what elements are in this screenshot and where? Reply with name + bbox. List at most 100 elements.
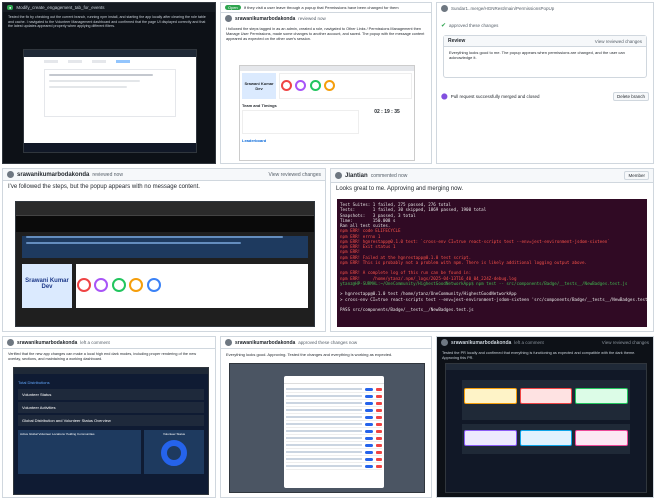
section-volunteer-activities[interactable]: Volunteer Activities [18, 402, 204, 413]
delete-button[interactable] [376, 457, 382, 461]
tile-modal-table: srawanikumarbodakonda approved these cha… [220, 336, 432, 498]
status-donut [161, 440, 187, 466]
toggle[interactable] [365, 436, 373, 440]
section-volunteer-status[interactable]: Volunteer Status [18, 389, 204, 400]
content-panel [462, 380, 630, 420]
app-screenshot [445, 363, 647, 493]
member-badge: Member [624, 171, 649, 180]
delete-button[interactable] [376, 429, 382, 433]
view-changes-link[interactable]: View reviewed changes [269, 172, 321, 178]
toggle[interactable] [365, 450, 373, 454]
avatar [335, 172, 342, 179]
delete-button[interactable] [376, 401, 382, 405]
content-panel [462, 424, 630, 454]
table-row[interactable] [286, 428, 382, 435]
profile-name: Srawani Kumar Dev [22, 264, 72, 308]
toggle[interactable] [365, 429, 373, 433]
reviewer-name[interactable]: srawanikumarbodakonda [17, 340, 77, 346]
delete-button[interactable] [376, 387, 382, 391]
row-text [286, 388, 362, 390]
table-row[interactable] [286, 449, 382, 456]
table-row[interactable] [286, 421, 382, 428]
card[interactable] [519, 388, 573, 404]
avatar [225, 15, 232, 22]
toggle[interactable] [365, 443, 373, 447]
delete-button[interactable] [376, 394, 382, 398]
row-text [286, 465, 362, 467]
section-global-overview[interactable]: Global Distribution and Volunteer Status… [18, 415, 204, 426]
terminal-line: > cross-env CI=true react-scripts test -… [340, 296, 647, 302]
card[interactable] [464, 388, 517, 404]
pr-title[interactable]: If they visit a user leave through a pop… [244, 5, 399, 10]
delete-button[interactable] [376, 415, 382, 419]
countdown-timer: 02 : 19 : 35 [374, 109, 400, 115]
avatar [441, 5, 448, 12]
view-changes-link[interactable]: View reviewed changes [595, 39, 642, 44]
delete-button[interactable] [376, 443, 382, 447]
table-row[interactable] [286, 414, 382, 421]
tile-dark-cards: srawanikumarbodakonda left a comment Vie… [436, 336, 654, 498]
review-comment: I followed the steps tagged in as an adm… [226, 27, 425, 41]
toggle[interactable] [365, 401, 373, 405]
table-row[interactable] [286, 400, 382, 407]
terminal-line: ytanz@HP-SURMAL:~/OneCommunity/HighestGo… [340, 280, 628, 286]
toggle[interactable] [365, 394, 373, 398]
delete-branch-button[interactable]: Delete branch [612, 92, 649, 102]
check-icon: ✔ [441, 23, 447, 29]
delete-button[interactable] [376, 408, 382, 412]
toggle[interactable] [365, 408, 373, 412]
toggle[interactable] [365, 457, 373, 461]
table-row[interactable] [286, 463, 382, 470]
delete-button[interactable] [376, 436, 382, 440]
delete-button[interactable] [376, 450, 382, 454]
tile-pr-engagement: ● Modify_create_engagement_tab_for_event… [2, 2, 216, 164]
table-row[interactable] [286, 407, 382, 414]
row-text [286, 416, 362, 418]
toggle[interactable] [365, 464, 373, 468]
reviewer-name[interactable]: srawanikumarbodakonda [235, 340, 295, 346]
row-text [286, 430, 362, 432]
app-table [44, 69, 176, 117]
commit-ref[interactable]: Sundar1..merge/HGNRest/main/PermissionsP… [451, 6, 554, 11]
card[interactable] [575, 388, 629, 404]
tile-pr-permissions: Open If they visit a user leave through … [220, 2, 432, 164]
row-text [286, 402, 362, 404]
review-action: reviewed now [92, 171, 123, 178]
app-screenshot [229, 363, 425, 493]
status-chart-title: Volunteer Status [162, 432, 185, 436]
card[interactable] [519, 430, 573, 446]
comment-action: commented now [370, 172, 408, 179]
table-row[interactable] [286, 386, 382, 393]
toggle[interactable] [365, 422, 373, 426]
taskbar [24, 143, 196, 152]
row-text [286, 437, 362, 439]
card[interactable] [575, 430, 629, 446]
review-box: Review View reviewed changes Everything … [443, 35, 647, 79]
table-row[interactable] [286, 456, 382, 463]
app-screenshot: Srawani Kumar Dev [15, 201, 315, 327]
pr-title[interactable]: Modify_create_engagement_tab_for_events [16, 5, 104, 10]
delete-button[interactable] [376, 422, 382, 426]
view-changes-link[interactable]: View reviewed changes [602, 340, 649, 345]
table-row[interactable] [286, 442, 382, 449]
app-tabs [24, 57, 196, 66]
screenshot-collage: ● Modify_create_engagement_tab_for_event… [0, 0, 656, 500]
reviewer-name[interactable]: srawanikumarbodakonda [17, 172, 89, 178]
table-row[interactable] [286, 435, 382, 442]
toggle[interactable] [365, 415, 373, 419]
row-text [286, 458, 362, 460]
commenter-name[interactable]: Jlantian [345, 173, 368, 179]
card[interactable] [464, 430, 517, 446]
table-row[interactable] [286, 393, 382, 400]
reviewer-name[interactable]: srawanikumarbodakonda [451, 340, 511, 346]
review-comment: Everything looks good to me. The popup a… [449, 50, 625, 61]
open-badge: ● [7, 5, 14, 10]
reviewer-name[interactable]: srawanikumarbodakonda [235, 16, 295, 22]
badges-panel [76, 264, 308, 308]
delete-button[interactable] [376, 464, 382, 468]
review-action: approved these changes now [298, 340, 358, 345]
map-chart-title: Active Global Volunteer Locations Yieldi… [20, 432, 95, 436]
toggle[interactable] [365, 387, 373, 391]
tile-review-popup: srawanikumarbodakonda reviewed now View … [2, 168, 326, 332]
avatar [441, 339, 448, 346]
